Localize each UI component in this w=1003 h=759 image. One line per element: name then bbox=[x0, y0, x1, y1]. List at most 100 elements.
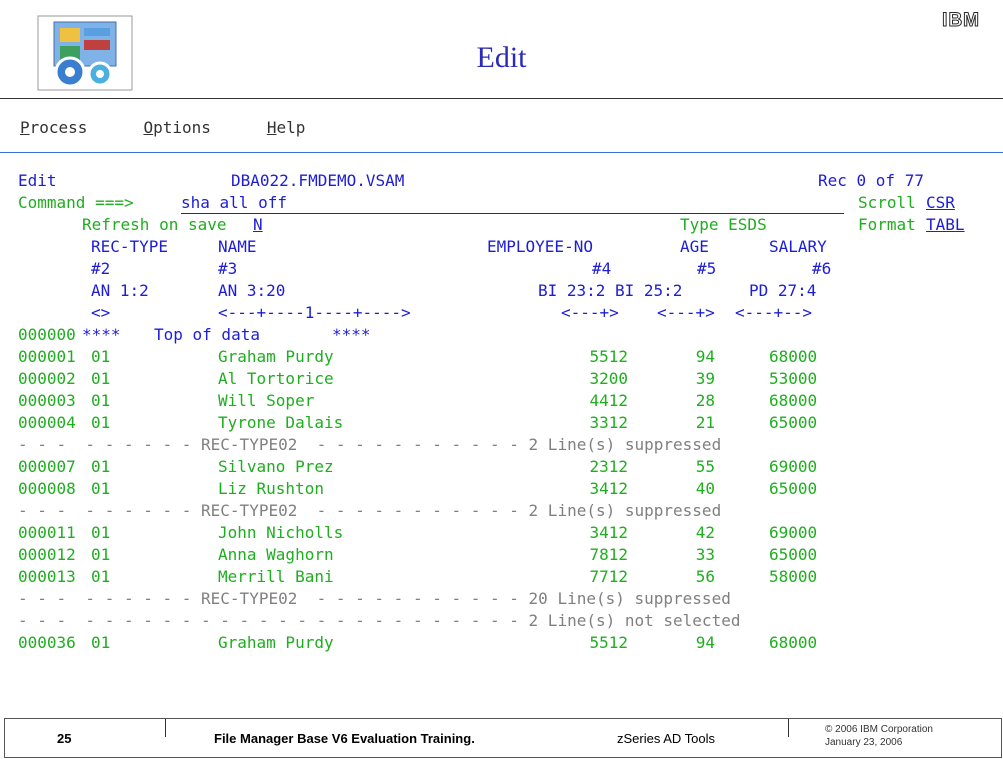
row-rec-type[interactable]: 01 bbox=[91, 544, 110, 566]
row-employee-no[interactable]: 3412 bbox=[589, 522, 628, 544]
col-ruler-age: <---+> bbox=[657, 303, 715, 322]
dataset-name: DBA022.FMDEMO.VSAM bbox=[231, 171, 405, 190]
top-of-data-line-number[interactable]: 000000 bbox=[18, 324, 76, 346]
col-format-rec-type: AN 1:2 bbox=[91, 281, 149, 300]
suppressed-lines-indicator[interactable]: - - - - - - - - - REC-TYPE02 - - - - - -… bbox=[18, 588, 731, 610]
row-name[interactable]: John Nicholls bbox=[218, 522, 343, 544]
record-position: Rec 0 of 77 bbox=[818, 171, 924, 190]
row-name[interactable]: Merrill Bani bbox=[218, 566, 334, 588]
copyright: © 2006 IBM Corporation January 23, 2006 bbox=[825, 724, 933, 748]
row-line-number[interactable]: 000003 bbox=[18, 390, 76, 412]
row-line-number[interactable]: 000008 bbox=[18, 478, 76, 500]
row-employee-no[interactable]: 4412 bbox=[589, 390, 628, 412]
row-rec-type[interactable]: 01 bbox=[91, 412, 110, 434]
row-name[interactable]: Al Tortorice bbox=[218, 368, 334, 390]
scroll-field[interactable]: CSR bbox=[926, 192, 955, 214]
row-salary[interactable]: 68000 bbox=[769, 390, 817, 412]
row-rec-type[interactable]: 01 bbox=[91, 456, 110, 478]
row-employee-no[interactable]: 3200 bbox=[589, 368, 628, 390]
menu-bar: Process Options Help bbox=[20, 118, 361, 137]
row-line-number[interactable]: 000011 bbox=[18, 522, 76, 544]
row-employee-no[interactable]: 7812 bbox=[589, 544, 628, 566]
row-age[interactable]: 94 bbox=[696, 632, 715, 654]
scroll-label: Scroll bbox=[858, 193, 916, 212]
col-header-age: AGE bbox=[680, 237, 709, 256]
row-name[interactable]: Liz Rushton bbox=[218, 478, 324, 500]
row-salary[interactable]: 65000 bbox=[769, 544, 817, 566]
row-salary[interactable]: 58000 bbox=[769, 566, 817, 588]
panel-header: Edit bbox=[18, 170, 57, 192]
row-employee-no[interactable]: 5512 bbox=[589, 346, 628, 368]
row-salary[interactable]: 65000 bbox=[769, 478, 817, 500]
row-name[interactable]: Tyrone Dalais bbox=[218, 412, 343, 434]
row-age[interactable]: 94 bbox=[696, 346, 715, 368]
row-rec-type[interactable]: 01 bbox=[91, 632, 110, 654]
row-employee-no[interactable]: 5512 bbox=[589, 632, 628, 654]
suppressed-lines-indicator[interactable]: - - - - - - - - - REC-TYPE02 - - - - - -… bbox=[18, 500, 721, 522]
row-rec-type[interactable]: 01 bbox=[91, 390, 110, 412]
row-age[interactable]: 55 bbox=[696, 456, 715, 478]
row-line-number[interactable]: 000002 bbox=[18, 368, 76, 390]
col-number-6: #6 bbox=[812, 259, 832, 278]
row-rec-type[interactable]: 01 bbox=[91, 478, 110, 500]
menu-divider bbox=[0, 152, 1003, 153]
menu-item-help[interactable]: Help bbox=[267, 118, 334, 137]
row-line-number[interactable]: 000001 bbox=[18, 346, 76, 368]
row-salary[interactable]: 53000 bbox=[769, 368, 817, 390]
row-age[interactable]: 42 bbox=[696, 522, 715, 544]
row-age[interactable]: 33 bbox=[696, 544, 715, 566]
col-format-employee-no: BI 23:2 bbox=[538, 281, 606, 300]
row-age[interactable]: 40 bbox=[696, 478, 715, 500]
row-salary[interactable]: 68000 bbox=[769, 346, 817, 368]
row-age[interactable]: 28 bbox=[696, 390, 715, 412]
menu-item-process[interactable]: Process bbox=[20, 118, 115, 137]
row-name[interactable]: Graham Purdy bbox=[218, 632, 334, 654]
panel-mode: Edit bbox=[18, 171, 57, 190]
footer-separator bbox=[788, 719, 789, 737]
tools-label: zSeries AD Tools bbox=[617, 731, 716, 746]
row-salary[interactable]: 69000 bbox=[769, 522, 817, 544]
col-header-name: NAME bbox=[218, 237, 257, 256]
suppressed-lines-indicator[interactable]: - - - - - - - - - - - - - - - - - - - - … bbox=[18, 610, 740, 632]
refresh-label: Refresh on save bbox=[82, 215, 227, 234]
row-line-number[interactable]: 000012 bbox=[18, 544, 76, 566]
top-of-data-label: Top of data bbox=[154, 325, 260, 344]
row-salary[interactable]: 68000 bbox=[769, 632, 817, 654]
row-age[interactable]: 21 bbox=[696, 412, 715, 434]
row-employee-no[interactable]: 7712 bbox=[589, 566, 628, 588]
row-name[interactable]: Will Soper bbox=[218, 390, 314, 412]
row-name[interactable]: Graham Purdy bbox=[218, 346, 334, 368]
row-salary[interactable]: 69000 bbox=[769, 456, 817, 478]
col-number-4: #4 bbox=[592, 259, 612, 278]
refresh-field[interactable]: N bbox=[253, 214, 263, 236]
col-number-3: #3 bbox=[218, 259, 238, 278]
row-rec-type[interactable]: 01 bbox=[91, 522, 110, 544]
format-field[interactable]: TABL bbox=[926, 214, 965, 236]
row-employee-no[interactable]: 3412 bbox=[589, 478, 628, 500]
row-name[interactable]: Silvano Prez bbox=[218, 456, 334, 478]
row-rec-type[interactable]: 01 bbox=[91, 566, 110, 588]
row-line-number[interactable]: 000013 bbox=[18, 566, 76, 588]
row-rec-type[interactable]: 01 bbox=[91, 346, 110, 368]
col-number-2: #2 bbox=[91, 259, 111, 278]
command-label: Command ===> bbox=[18, 193, 134, 212]
col-ruler-name: <---+----1----+----> bbox=[218, 303, 411, 322]
row-rec-type[interactable]: 01 bbox=[91, 368, 110, 390]
command-input[interactable]: sha all off bbox=[181, 192, 287, 214]
row-employee-no[interactable]: 2312 bbox=[589, 456, 628, 478]
row-line-number[interactable]: 000004 bbox=[18, 412, 76, 434]
edit-panel: Edit DBA022.FMDEMO.VSAM Rec 0 of 77 Comm… bbox=[0, 170, 1003, 720]
suppressed-lines-indicator[interactable]: - - - - - - - - - REC-TYPE02 - - - - - -… bbox=[18, 434, 721, 456]
col-ruler-employee-no: <---+> bbox=[561, 303, 619, 322]
row-employee-no[interactable]: 3312 bbox=[589, 412, 628, 434]
row-age[interactable]: 39 bbox=[696, 368, 715, 390]
row-line-number[interactable]: 000007 bbox=[18, 456, 76, 478]
course-title: File Manager Base V6 Evaluation Training… bbox=[214, 731, 475, 746]
row-age[interactable]: 56 bbox=[696, 566, 715, 588]
row-salary[interactable]: 65000 bbox=[769, 412, 817, 434]
slide-footer: 25 File Manager Base V6 Evaluation Train… bbox=[4, 718, 1002, 758]
footer-separator bbox=[165, 719, 166, 737]
menu-item-options[interactable]: Options bbox=[143, 118, 238, 137]
row-line-number[interactable]: 000036 bbox=[18, 632, 76, 654]
row-name[interactable]: Anna Waghorn bbox=[218, 544, 334, 566]
